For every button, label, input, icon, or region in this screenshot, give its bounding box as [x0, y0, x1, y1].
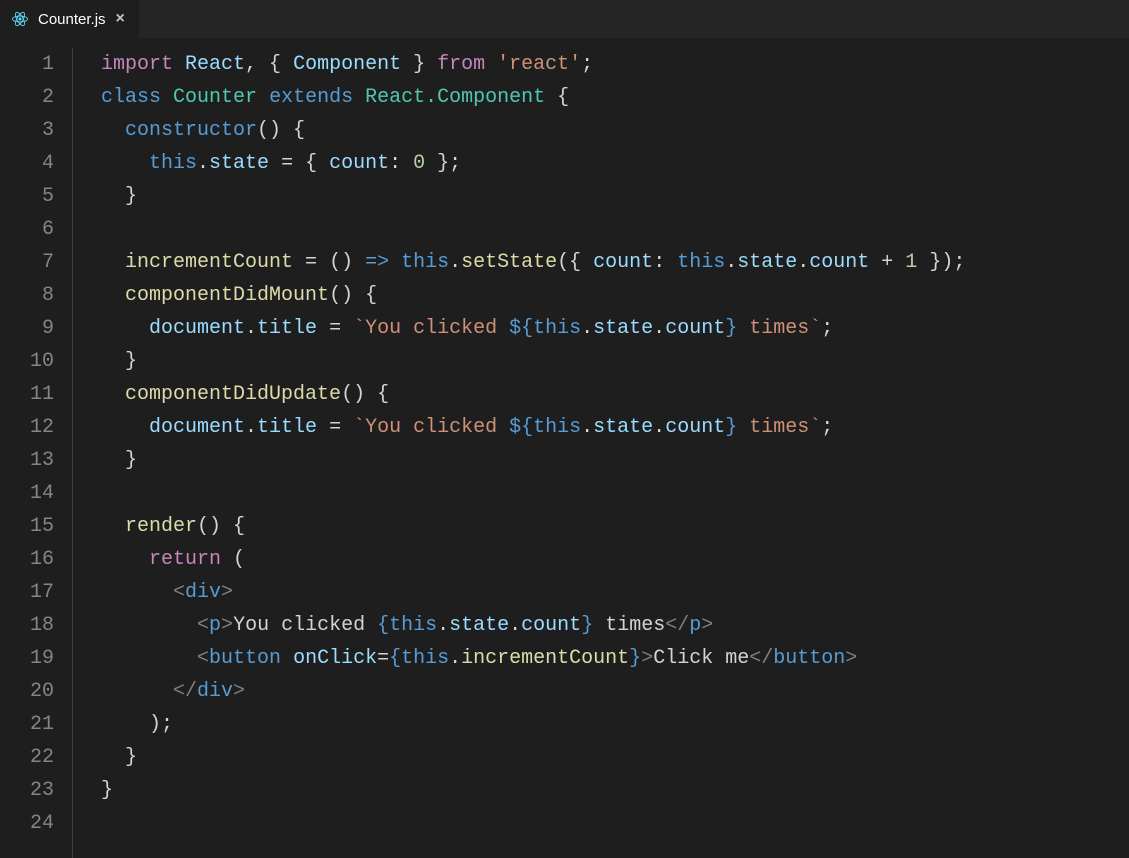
code-line[interactable]: document.title = `You clicked ${this.sta…: [101, 312, 1129, 345]
code-line[interactable]: <button onClick={this.incrementCount}>Cl…: [101, 642, 1129, 675]
code-line[interactable]: constructor() {: [101, 114, 1129, 147]
code-line[interactable]: return (: [101, 543, 1129, 576]
close-icon[interactable]: ×: [114, 10, 127, 28]
line-number: 11: [0, 378, 54, 411]
line-number: 21: [0, 708, 54, 741]
line-number: 5: [0, 180, 54, 213]
code-line[interactable]: <div>: [101, 576, 1129, 609]
code-line[interactable]: render() {: [101, 510, 1129, 543]
react-file-icon: [10, 9, 30, 29]
code-line[interactable]: </div>: [101, 675, 1129, 708]
code-line[interactable]: componentDidMount() {: [101, 279, 1129, 312]
line-number: 3: [0, 114, 54, 147]
code-line[interactable]: }: [101, 444, 1129, 477]
editor[interactable]: 1 2 3 4 5 6 7 8 9 10 11 12 13 14 15 16 1…: [0, 38, 1129, 858]
code-line[interactable]: }: [101, 774, 1129, 807]
line-number: 2: [0, 81, 54, 114]
code-line[interactable]: this.state = { count: 0 };: [101, 147, 1129, 180]
code-line[interactable]: [101, 807, 1129, 840]
line-number: 8: [0, 279, 54, 312]
line-number-gutter: 1 2 3 4 5 6 7 8 9 10 11 12 13 14 15 16 1…: [0, 48, 72, 858]
line-number: 20: [0, 675, 54, 708]
line-number: 18: [0, 609, 54, 642]
line-number: 23: [0, 774, 54, 807]
code-line[interactable]: componentDidUpdate() {: [101, 378, 1129, 411]
tab-label: Counter.js: [38, 11, 106, 28]
code-line[interactable]: import React, { Component } from 'react'…: [101, 48, 1129, 81]
line-number: 15: [0, 510, 54, 543]
line-number: 19: [0, 642, 54, 675]
code-line[interactable]: }: [101, 741, 1129, 774]
line-number: 4: [0, 147, 54, 180]
tab-bar: Counter.js ×: [0, 0, 1129, 38]
line-number: 16: [0, 543, 54, 576]
line-number: 17: [0, 576, 54, 609]
line-number: 13: [0, 444, 54, 477]
code-area[interactable]: import React, { Component } from 'react'…: [72, 48, 1129, 858]
line-number: 9: [0, 312, 54, 345]
code-line[interactable]: }: [101, 345, 1129, 378]
code-line[interactable]: incrementCount = () => this.setState({ c…: [101, 246, 1129, 279]
code-line[interactable]: <p>You clicked {this.state.count} times<…: [101, 609, 1129, 642]
line-number: 1: [0, 48, 54, 81]
line-number: 24: [0, 807, 54, 840]
line-number: 7: [0, 246, 54, 279]
code-line[interactable]: [101, 477, 1129, 510]
code-line[interactable]: class Counter extends React.Component {: [101, 81, 1129, 114]
code-line[interactable]: );: [101, 708, 1129, 741]
line-number: 22: [0, 741, 54, 774]
line-number: 6: [0, 213, 54, 246]
line-number: 12: [0, 411, 54, 444]
line-number: 10: [0, 345, 54, 378]
code-line[interactable]: document.title = `You clicked ${this.sta…: [101, 411, 1129, 444]
line-number: 14: [0, 477, 54, 510]
code-line[interactable]: }: [101, 180, 1129, 213]
tab-counter-js[interactable]: Counter.js ×: [0, 0, 140, 38]
code-line[interactable]: [101, 213, 1129, 246]
